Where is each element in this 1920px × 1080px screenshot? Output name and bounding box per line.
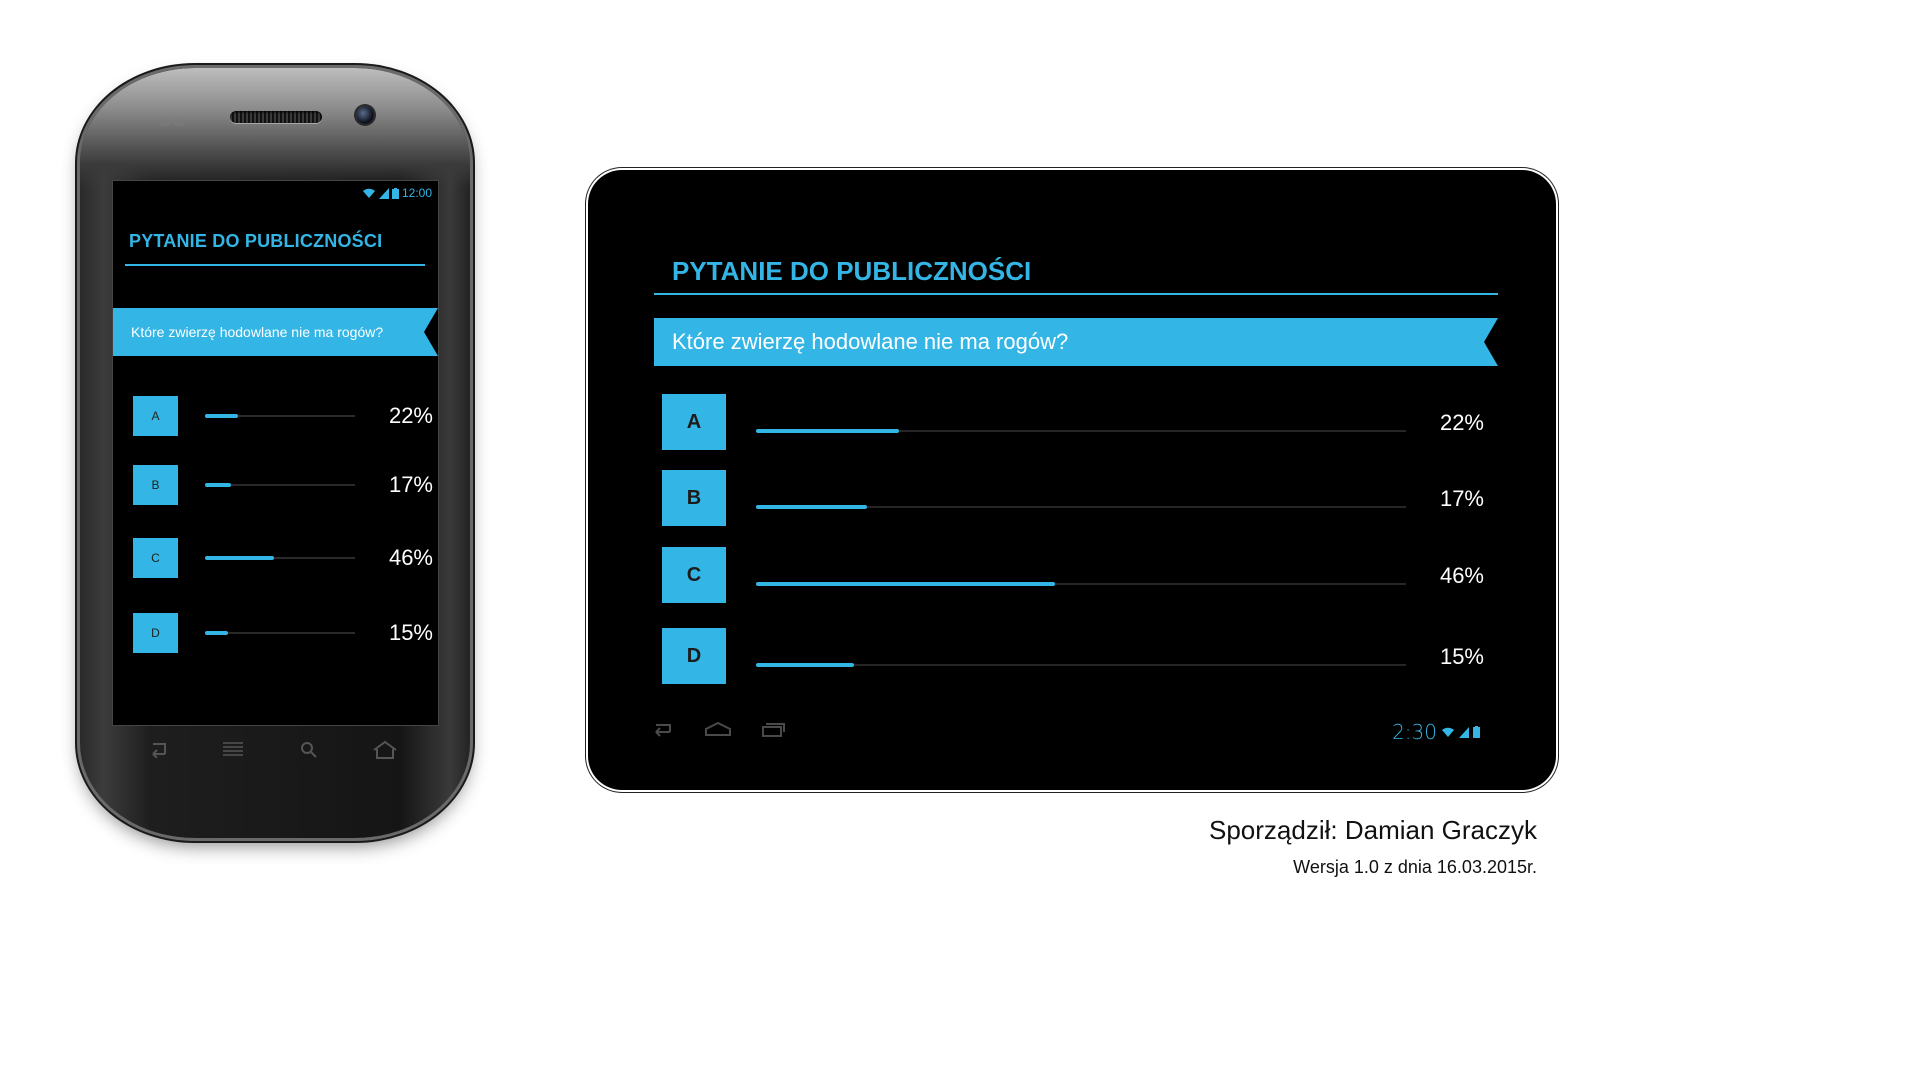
home-icon[interactable] [370, 740, 400, 764]
answer-row-b[interactable]: B 17% [133, 465, 433, 505]
battery-icon [391, 187, 399, 199]
answer-row-b[interactable]: B 17% [662, 470, 1484, 526]
answer-row-a[interactable]: A 22% [662, 394, 1484, 450]
answer-bar-fill [205, 414, 238, 418]
answer-row-c[interactable]: C 46% [662, 547, 1484, 603]
earpiece-speaker [230, 111, 322, 123]
tablet-mockup: PYTANIE DO PUBLICZNOŚCI Które zwierzę ho… [588, 170, 1556, 790]
question-banner: Które zwierzę hodowlane nie ma rogów? [113, 308, 438, 356]
answer-letter[interactable]: B [662, 470, 726, 526]
answer-row-a[interactable]: A 22% [133, 396, 433, 436]
answer-bar-track [205, 556, 355, 560]
answer-percent: 17% [388, 472, 433, 497]
menu-icon[interactable] [218, 740, 248, 764]
phone-top-gloss [80, 68, 470, 188]
phone-screen: 12:00 PYTANIE DO PUBLICZNOŚCI Które zwie… [112, 180, 439, 726]
answer-letter[interactable]: D [662, 628, 726, 684]
author-credit: Sporządził: Damian Graczyk [1209, 815, 1537, 845]
answer-bar-fill [205, 631, 228, 635]
answer-letter[interactable]: D [133, 613, 178, 653]
page-title: PYTANIE DO PUBLICZNOŚCI [129, 231, 383, 251]
answer-bar-fill [756, 505, 867, 509]
answer-bar-track [756, 582, 1406, 586]
signal-icon [1459, 726, 1469, 738]
search-icon[interactable] [294, 740, 324, 764]
tablet-nav-bar: 2:30 [650, 718, 1500, 746]
answer-row-c[interactable]: C 46% [133, 538, 433, 578]
tablet-status-area: 2:30 [1392, 718, 1480, 746]
phone-mockup: 12:00 PYTANIE DO PUBLICZNOŚCI Które zwie… [80, 68, 470, 838]
answer-bar-track [205, 414, 355, 418]
answer-bar-fill [756, 663, 854, 667]
answer-bar-fill [756, 582, 1055, 586]
phone-nav-bar [80, 740, 470, 770]
version-info: Wersja 1.0 z dnia 16.03.2015r. [1293, 857, 1537, 877]
banner-notch [424, 308, 438, 356]
answer-percent: 17% [1439, 486, 1484, 511]
question-text: Które zwierzę hodowlane nie ma rogów? [131, 324, 384, 340]
question-text: Które zwierzę hodowlane nie ma rogów? [672, 329, 1069, 354]
answer-row-d[interactable]: D 15% [662, 628, 1484, 684]
answer-percent: 46% [388, 545, 433, 570]
answer-percent: 46% [1439, 563, 1484, 588]
back-icon[interactable] [650, 718, 674, 746]
answer-letter[interactable]: A [662, 394, 726, 450]
answer-letter[interactable]: C [662, 547, 726, 603]
answer-letter[interactable]: A [133, 396, 178, 436]
answer-bar-track [756, 429, 1406, 433]
signal-icon [378, 187, 389, 199]
status-clock: 2:30 [1392, 720, 1437, 744]
answer-letter[interactable]: B [133, 465, 178, 505]
phone-status-bar: 12:00 [362, 185, 432, 201]
recent-apps-icon[interactable] [760, 718, 786, 746]
status-time: 12:00 [401, 186, 432, 200]
answer-row-d[interactable]: D 15% [133, 613, 433, 653]
answer-bar-fill [205, 483, 231, 487]
front-camera [356, 106, 374, 124]
answer-bar-track [756, 663, 1406, 667]
title-divider [654, 293, 1498, 295]
title-divider [125, 264, 425, 266]
battery-icon [1473, 726, 1480, 738]
answer-percent: 22% [1439, 410, 1484, 435]
answer-bar-fill [205, 556, 274, 560]
answer-bar-track [205, 483, 355, 487]
answer-percent: 15% [388, 620, 433, 645]
wifi-icon [1442, 727, 1454, 737]
answer-bar-fill [756, 429, 899, 433]
back-icon[interactable] [142, 740, 172, 764]
page-title: PYTANIE DO PUBLICZNOŚCI [672, 256, 1032, 286]
answer-bar-track [756, 505, 1406, 509]
answer-percent: 22% [388, 403, 433, 428]
answer-bar-track [205, 631, 355, 635]
wifi-icon [362, 188, 375, 198]
answer-percent: 15% [1439, 644, 1484, 669]
proximity-sensor [160, 113, 200, 126]
home-icon[interactable] [704, 718, 732, 746]
answer-letter[interactable]: C [133, 538, 178, 578]
question-banner: Które zwierzę hodowlane nie ma rogów? [654, 318, 1498, 366]
banner-notch [1484, 318, 1498, 366]
